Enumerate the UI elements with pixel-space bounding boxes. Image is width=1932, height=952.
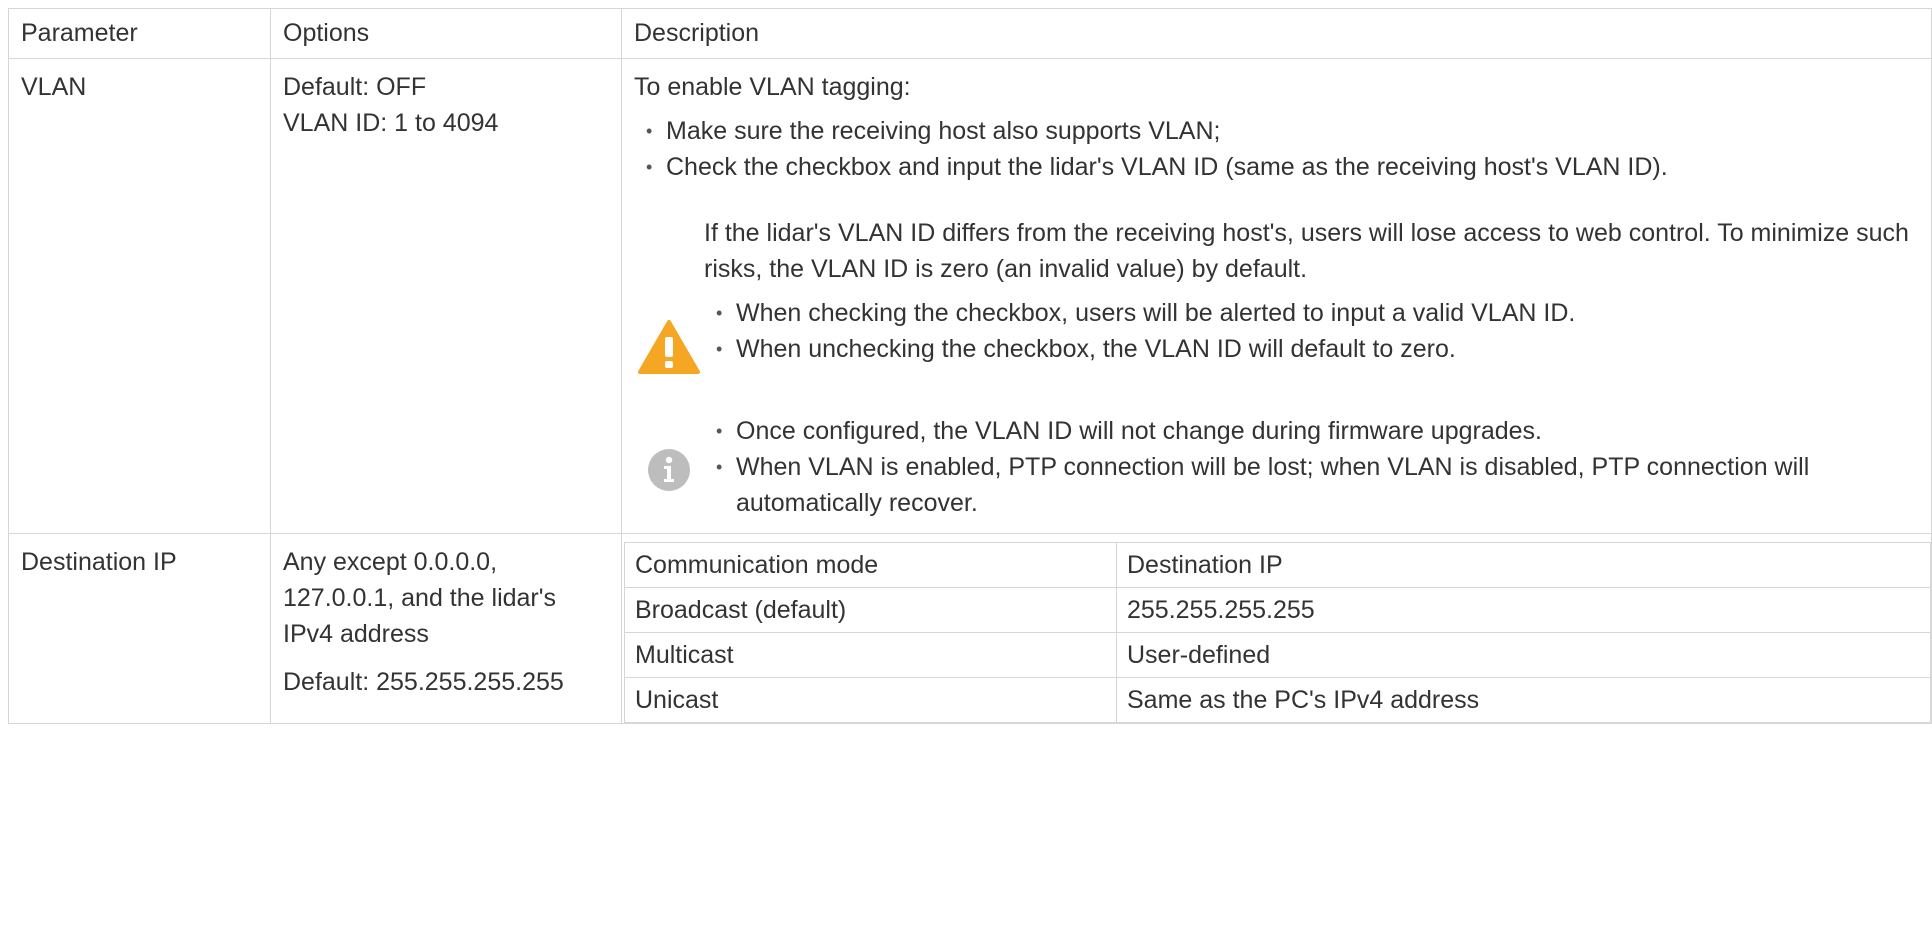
vlan-option-default: Default: OFF	[283, 73, 427, 101]
destination-ip-option-range: Any except 0.0.0.0, 127.0.0.1, and the l…	[283, 548, 557, 648]
header-description: Description	[621, 8, 1932, 59]
header-parameter: Parameter	[8, 8, 271, 59]
warning-list: When checking the checkbox, users will b…	[704, 295, 1919, 367]
warning-body: If the lidar's VLAN ID differs from the …	[704, 215, 1919, 367]
table-row-vlan: VLAN Default: OFF VLAN ID: 1 to 4094 To …	[8, 58, 1932, 534]
destination-ip-description-cell: Communication mode Destination IP Broadc…	[621, 533, 1932, 724]
table-cell: User-defined	[1116, 632, 1931, 678]
table-row: Communication mode Destination IP	[624, 542, 1931, 588]
info-note: Once configured, the VLAN ID will not ch…	[634, 413, 1919, 521]
destination-ip-options-cell: Any except 0.0.0.0, 127.0.0.1, and the l…	[270, 533, 622, 724]
header-options: Options	[270, 8, 622, 59]
vlan-parameter-label: VLAN	[21, 73, 87, 101]
list-item: When unchecking the checkbox, the VLAN I…	[704, 331, 1919, 367]
destination-ip-parameter-label: Destination IP	[21, 548, 177, 576]
list-item: Make sure the receiving host also suppor…	[634, 113, 1919, 149]
table-cell: Same as the PC's IPv4 address	[1116, 677, 1931, 723]
info-body: Once configured, the VLAN ID will not ch…	[704, 413, 1919, 521]
table-cell: Broadcast (default)	[624, 587, 1117, 633]
table-row: Broadcast (default) 255.255.255.255	[624, 587, 1931, 633]
vlan-intro-text: To enable VLAN tagging:	[634, 73, 911, 101]
vlan-steps-list: Make sure the receiving host also suppor…	[634, 113, 1919, 185]
vlan-description-cell: To enable VLAN tagging: Make sure the re…	[621, 58, 1932, 534]
list-item: Once configured, the VLAN ID will not ch…	[704, 413, 1919, 449]
table-row: Unicast Same as the PC's IPv4 address	[624, 677, 1931, 723]
destination-ip-parameter-cell: Destination IP	[8, 533, 271, 724]
info-list: Once configured, the VLAN ID will not ch…	[704, 413, 1919, 521]
sub-header-destination: Destination IP	[1116, 542, 1931, 588]
vlan-option-range: VLAN ID: 1 to 4094	[283, 109, 499, 137]
header-row: Parameter Options Description	[8, 8, 1932, 59]
table-row-destination-ip: Destination IP Any except 0.0.0.0, 127.0…	[8, 533, 1932, 724]
info-icon	[634, 448, 704, 492]
warning-icon	[634, 319, 704, 375]
table-cell: Unicast	[624, 677, 1117, 723]
parameter-table: Parameter Options Description VLAN Defau…	[8, 8, 1932, 724]
communication-mode-table: Communication mode Destination IP Broadc…	[624, 542, 1931, 723]
warning-note: If the lidar's VLAN ID differs from the …	[634, 215, 1919, 375]
table-row: Multicast User-defined	[624, 632, 1931, 678]
table-header: Parameter Options Description	[8, 8, 1932, 59]
list-item: When VLAN is enabled, PTP connection wil…	[704, 449, 1919, 521]
document-page: Parameter Options Description VLAN Defau…	[0, 0, 1932, 952]
warning-text: If the lidar's VLAN ID differs from the …	[704, 219, 1909, 283]
table-cell: 255.255.255.255	[1116, 587, 1931, 633]
list-item: Check the checkbox and input the lidar's…	[634, 149, 1919, 185]
vlan-options-cell: Default: OFF VLAN ID: 1 to 4094	[270, 58, 622, 534]
table-cell: Multicast	[624, 632, 1117, 678]
vlan-parameter-cell: VLAN	[8, 58, 271, 534]
sub-header-mode: Communication mode	[624, 542, 1117, 588]
destination-ip-option-default: Default: 255.255.255.255	[283, 668, 564, 696]
list-item: When checking the checkbox, users will b…	[704, 295, 1919, 331]
